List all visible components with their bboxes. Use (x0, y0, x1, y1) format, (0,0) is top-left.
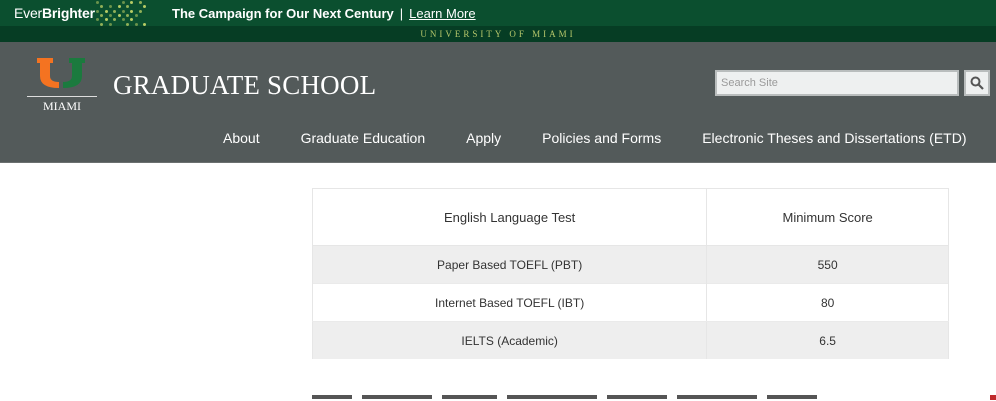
sparkle-dot (122, 1, 125, 4)
everbrighter-logo[interactable]: EverBrighter (0, 0, 144, 26)
table-cell: Internet Based TOEFL (IBT) (313, 284, 707, 322)
english-test-table: English Language Test Minimum Score Pape… (312, 188, 949, 359)
nav-about[interactable]: About (223, 130, 260, 146)
campaign-banner: EverBrighter The Campaign for Our Next C… (0, 0, 996, 26)
table-cell: 550 (707, 246, 949, 284)
table-header-row: English Language Test Minimum Score (313, 189, 949, 246)
sparkle-dot (143, 23, 146, 26)
search-button[interactable] (964, 70, 990, 96)
logo-caption: MIAMI (27, 96, 97, 114)
site-title[interactable]: GRADUATE SCHOOL (113, 70, 376, 101)
sparkle-dot (96, 18, 99, 21)
table-cell: Paper Based TOEFL (PBT) (313, 246, 707, 284)
sparkle-dot (126, 5, 129, 8)
table-cell: 6.5 (707, 322, 949, 360)
sparkle-dot (100, 5, 103, 8)
sparkle-dot (100, 14, 103, 17)
magnifier-icon (970, 76, 984, 90)
sparkle-dot (105, 18, 108, 21)
site-header: MIAMI GRADUATE SCHOOL About Graduate Edu… (0, 42, 996, 163)
main-nav: About Graduate Education Apply Policies … (223, 130, 967, 146)
sparkle-dot (96, 1, 99, 4)
sparkle-dot (105, 10, 108, 13)
sparkle-dot (135, 23, 138, 26)
table-row: Internet Based TOEFL (IBT) 80 (313, 284, 949, 322)
column-header: Minimum Score (707, 189, 949, 246)
campaign-headline: The Campaign for Our Next Century (172, 6, 394, 21)
sparkle-dot (122, 10, 125, 13)
brand: MIAMI GRADUATE SCHOOL (27, 56, 376, 114)
sparkle-dot (126, 23, 129, 26)
sparkle-dot (139, 10, 142, 13)
everbrighter-wordmark: EverBrighter (14, 5, 95, 21)
nav-apply[interactable]: Apply (466, 130, 501, 146)
campaign-separator: | (400, 6, 403, 21)
table-cell: IELTS (Academic) (313, 322, 707, 360)
sparkle-dot (143, 5, 146, 8)
sparkle-dot (118, 14, 121, 17)
sparkle-dot (109, 23, 112, 26)
table-row: IELTS (Academic) 6.5 (313, 322, 949, 360)
sparkle-dot (126, 14, 129, 17)
sparkle-dot (96, 10, 99, 13)
university-strip: UNIVERSITY OF MIAMI (0, 26, 996, 42)
sparkle-dot (130, 1, 133, 4)
column-header: English Language Test (313, 189, 707, 246)
main-content: English Language Test Minimum Score Pape… (0, 163, 996, 399)
um-logo[interactable]: MIAMI (27, 56, 97, 114)
sparkle-dot (139, 1, 142, 4)
split-u-logo-icon (37, 58, 85, 88)
sparkle-dot (122, 18, 125, 21)
sparkle-dot (109, 14, 112, 17)
nav-graduate-education[interactable]: Graduate Education (301, 130, 426, 146)
sparkle-dot (109, 5, 112, 8)
learn-more-link[interactable]: Learn More (409, 6, 475, 21)
sparkle-dots-icon (96, 0, 148, 26)
sparkle-dot (100, 23, 103, 26)
sparkle-dot (118, 5, 121, 8)
clipped-paragraph (312, 395, 912, 401)
university-name[interactable]: UNIVERSITY OF MIAMI (420, 29, 575, 39)
table-cell: 80 (707, 284, 949, 322)
table-row: Paper Based TOEFL (PBT) 550 (313, 246, 949, 284)
search-input[interactable] (715, 70, 959, 96)
scroll-marker (990, 395, 996, 400)
sparkle-dot (135, 14, 138, 17)
nav-etd[interactable]: Electronic Theses and Dissertations (ETD… (702, 130, 966, 146)
sparkle-dot (113, 18, 116, 21)
sparkle-dot (130, 10, 133, 13)
nav-policies-and-forms[interactable]: Policies and Forms (542, 130, 661, 146)
sparkle-dot (130, 18, 133, 21)
site-search (715, 70, 990, 96)
sparkle-dot (113, 10, 116, 13)
